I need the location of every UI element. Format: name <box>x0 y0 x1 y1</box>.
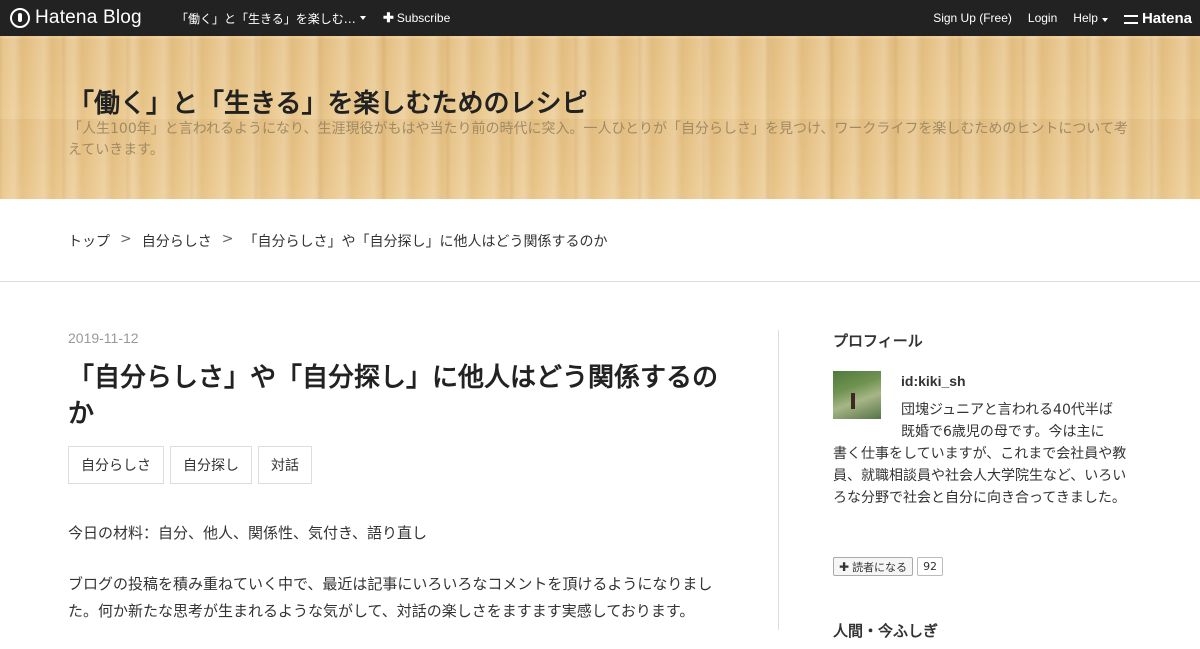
signup-link[interactable]: Sign Up (Free) <box>933 11 1012 25</box>
caret-down-icon <box>1101 18 1108 22</box>
hatena-logo-text: Hatena <box>1141 9 1192 27</box>
hatena-blog-logo-icon <box>10 8 30 28</box>
breadcrumb-separator: > <box>120 231 132 247</box>
help-label: Help <box>1073 11 1098 25</box>
hatena-blog-logo-text: Hatena Blog <box>35 7 142 28</box>
tag-link[interactable]: 対話 <box>258 446 312 484</box>
tag-link[interactable]: 自分らしさ <box>68 446 164 484</box>
profile-heading: プロフィール <box>833 332 923 350</box>
reader-subscribe: ✚ 読者になる 92 <box>833 557 944 576</box>
profile-description: 団塊ジュニアと言われる40代半ば 既婚で6歳児の母です。今は主に 書く仕事をして… <box>833 399 1133 509</box>
blog-menu-dropdown[interactable]: 「働く」と「生きる」を楽しむ… <box>176 0 366 36</box>
profile-module: id:kiki_sh 団塊ジュニアと言われる40代半ば 既婚で6歳児の母です。今… <box>833 371 1133 541</box>
profile-desc-line: 既婚で6歳児の母です。今は主に <box>901 424 1105 440</box>
global-header: Hatena Blog 「働く」と「生きる」を楽しむ… ✚ Subscribe … <box>0 0 1200 36</box>
blog-menu-label: 「働く」と「生きる」を楽しむ… <box>176 11 356 26</box>
caret-down-icon <box>359 16 366 20</box>
profile-desc-line: 団塊ジュニアと言われる40代半ば <box>901 402 1113 418</box>
subscribe-label: Subscribe <box>396 11 451 25</box>
entry: 2019-11-12 「自分らしさ」や「自分探し」に他人はどう関係するのか 自分… <box>68 330 728 649</box>
entry-body: 今日の材料：自分、他人、関係性、気付き、語り直し ブログの投稿を積み重ねていく中… <box>68 520 728 625</box>
profile-id[interactable]: id:kiki_sh <box>901 373 966 389</box>
login-link[interactable]: Login <box>1028 11 1057 25</box>
subscribe-link[interactable]: ✚ Subscribe <box>383 0 450 36</box>
header-right-menu: Sign Up (Free) Login Help Hatena <box>933 0 1192 36</box>
subscriber-count[interactable]: 92 <box>917 557 944 576</box>
column-divider <box>778 330 779 630</box>
breadcrumb-current: 「自分らしさ」や「自分探し」に他人はどう関係するのか <box>243 234 608 250</box>
blog-description: 「人生100年」と言われるようになり、生涯現役がもはや当たり前の時代に突入。一人… <box>68 121 1128 158</box>
breadcrumb-top[interactable]: トップ <box>68 231 110 251</box>
next-sidebar-heading: 人間・今ふしぎ <box>833 622 939 640</box>
hatena-mark-icon <box>1123 14 1138 24</box>
help-dropdown[interactable]: Help <box>1073 11 1108 25</box>
entry-paragraph: 今日の材料：自分、他人、関係性、気付き、語り直し <box>68 524 427 542</box>
sidebar: プロフィール id:kiki_sh 団塊ジュニアと言われる40代半ば 既婚で6歳… <box>833 330 1133 541</box>
breadcrumb-bar: トップ > 自分らしさ > 「自分らしさ」や「自分探し」に他人はどう関係するのか <box>0 199 1200 282</box>
breadcrumb-separator: > <box>221 231 234 247</box>
plus-icon: ✚ <box>839 559 850 574</box>
hatena-logo[interactable]: Hatena <box>1123 9 1192 27</box>
blog-title[interactable]: 「働く」と「生きる」を楽しむためのレシピ <box>68 83 587 120</box>
profile-desc-rest: 書く仕事をしていますが、これまで会社員や教員、就職相談員や社会人大学院生など、い… <box>833 446 1127 506</box>
entry-date[interactable]: 2019-11-12 <box>68 330 728 346</box>
subscribe-button-label: 読者になる <box>852 560 908 574</box>
plus-icon: ✚ <box>383 10 394 25</box>
breadcrumb-category[interactable]: 自分らしさ <box>142 231 212 251</box>
entry-paragraph: ブログの投稿を積み重ねていく中で、最近は記事にいろいろなコメントを頂けるようにな… <box>68 575 713 620</box>
tag-link[interactable]: 自分探し <box>170 446 252 484</box>
entry-title[interactable]: 「自分らしさ」や「自分探し」に他人はどう関係するのか <box>68 360 728 432</box>
breadcrumb: トップ > 自分らしさ > 「自分らしさ」や「自分探し」に他人はどう関係するのか <box>68 231 607 251</box>
blog-header: 「働く」と「生きる」を楽しむためのレシピ 「人生100年」と言われるようになり、… <box>0 36 1200 199</box>
hatena-blog-logo[interactable]: Hatena Blog <box>10 0 142 36</box>
subscribe-button[interactable]: ✚ 読者になる <box>833 557 914 576</box>
entry-tags: 自分らしさ 自分探し 対話 <box>68 446 728 484</box>
